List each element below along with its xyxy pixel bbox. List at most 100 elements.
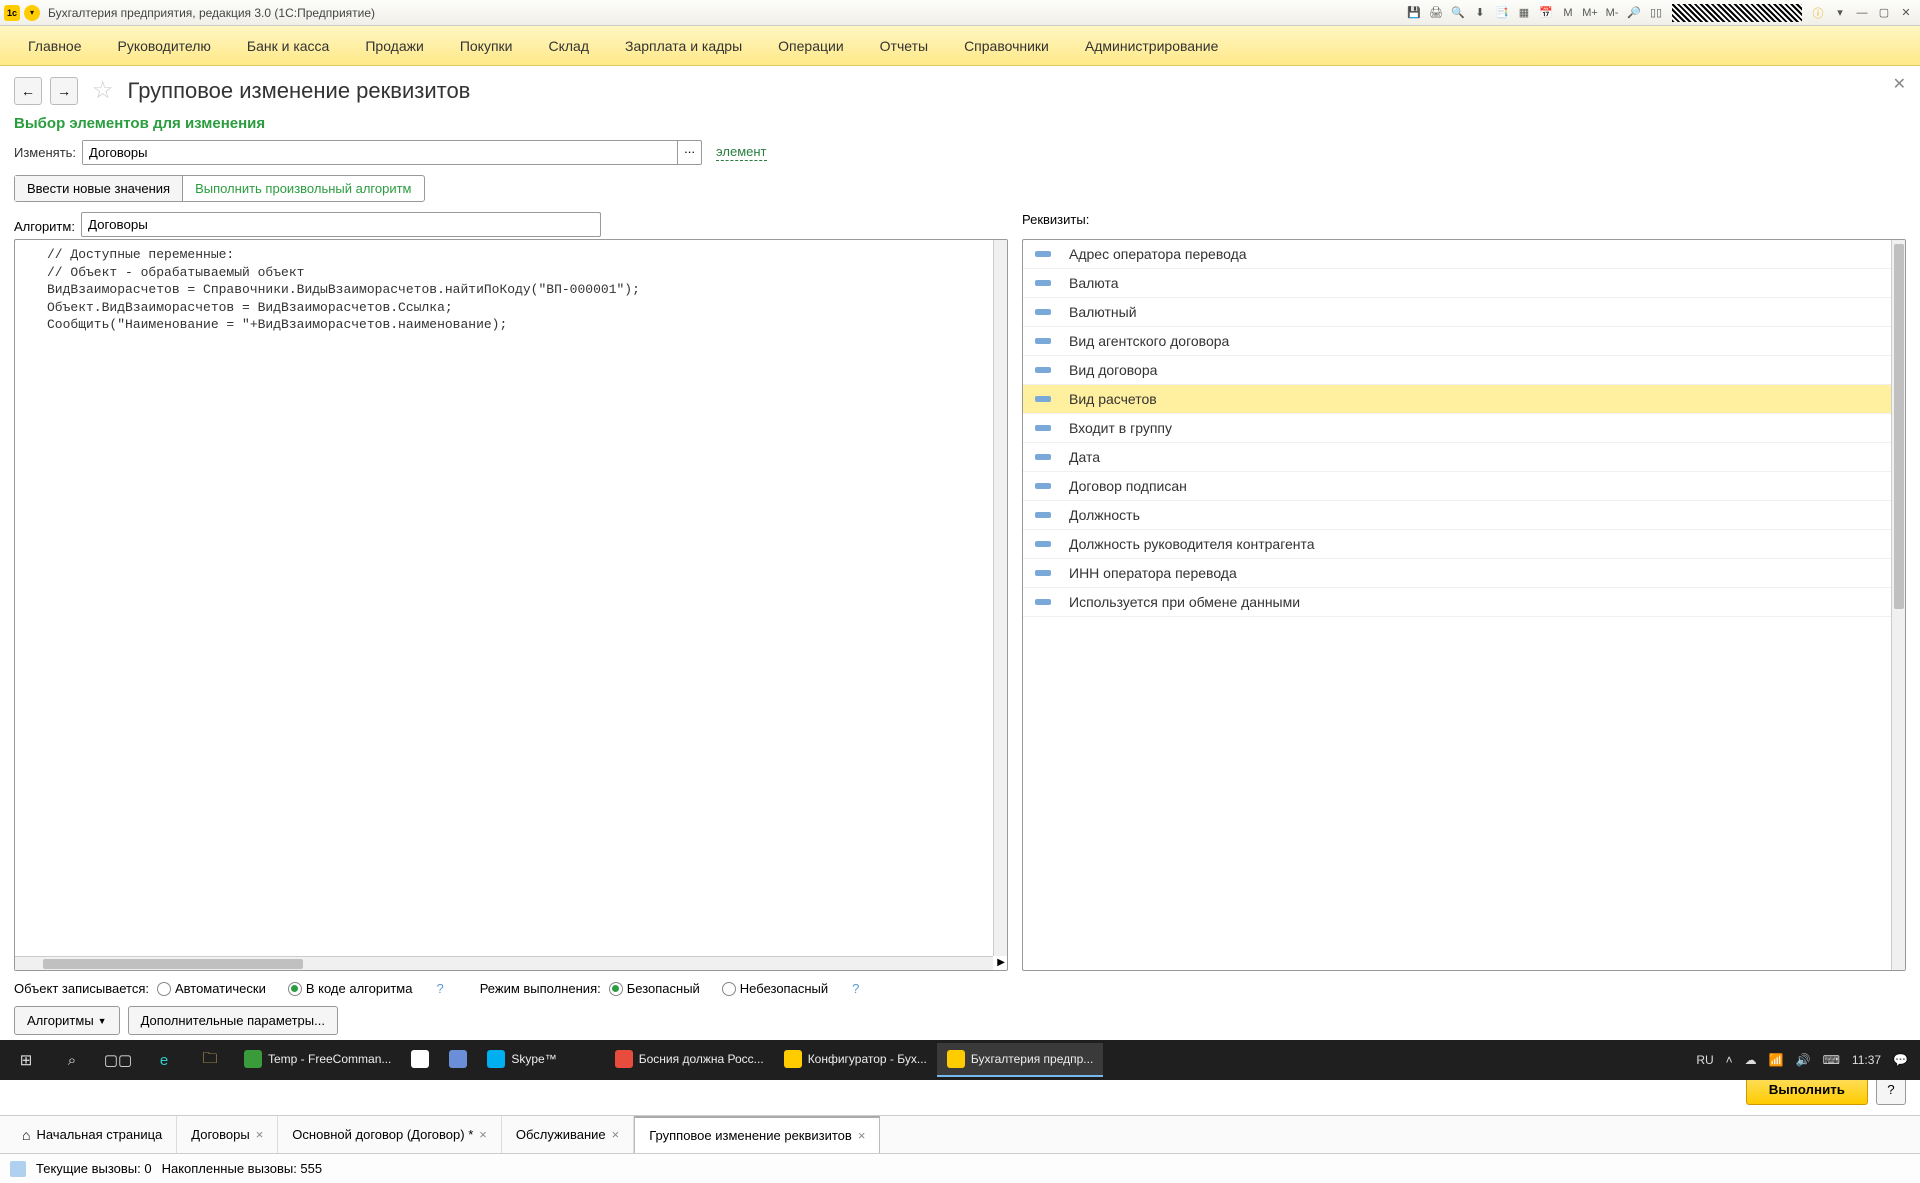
menu-sales[interactable]: Продажи [347, 26, 441, 65]
calendar-icon[interactable]: 📅 [1536, 3, 1556, 23]
taskbar-app[interactable]: Конфигуратор - Бух... [774, 1043, 937, 1077]
favorite-star-icon[interactable]: ☆ [92, 76, 114, 105]
doc-tab[interactable]: Договоры× [177, 1116, 278, 1153]
close-window-icon[interactable]: ✕ [1896, 3, 1916, 23]
help-write-icon[interactable]: ? [436, 981, 443, 996]
memory-mminus-icon[interactable]: M- [1602, 3, 1622, 23]
doc-tab[interactable]: Групповое изменение реквизитов× [634, 1116, 880, 1153]
close-tab-icon[interactable]: × [479, 1127, 487, 1142]
tray-volume-icon[interactable]: 🔊 [1796, 1053, 1811, 1067]
requisite-item[interactable]: Вид агентского договора [1023, 327, 1905, 356]
memory-m-icon[interactable]: M [1558, 3, 1578, 23]
close-tab-icon[interactable]: × [612, 1127, 620, 1142]
requisite-item[interactable]: ИНН оператора перевода [1023, 559, 1905, 588]
tray-time[interactable]: 11:37 [1852, 1053, 1881, 1067]
taskbar-app[interactable]: Бухгалтерия предпр... [937, 1043, 1103, 1077]
nav-back-button[interactable]: ← [14, 77, 42, 105]
change-picker-button[interactable]: ... [677, 141, 701, 164]
requisite-item[interactable]: Вид расчетов [1023, 385, 1905, 414]
taskbar-app[interactable]: Босния должна Росс... [605, 1043, 774, 1077]
menu-operations[interactable]: Операции [760, 26, 862, 65]
doc-tab[interactable]: Обслуживание× [502, 1116, 634, 1153]
close-tab-icon[interactable]: × [256, 1127, 264, 1142]
code-v-scrollbar[interactable] [993, 240, 1007, 956]
algorithm-input[interactable] [81, 212, 601, 237]
nav-forward-button[interactable]: → [50, 77, 78, 105]
radio-unsafe[interactable]: Небезопасный [722, 981, 828, 996]
requisite-item[interactable]: Валютный [1023, 298, 1905, 327]
maximize-icon[interactable]: ▢ [1874, 3, 1894, 23]
requisite-item[interactable]: Адрес оператора перевода [1023, 240, 1905, 269]
explorer-icon[interactable]: 🗀 [188, 1043, 232, 1077]
window-titlebar: 1c ▾ Бухгалтерия предприятия, редакция 3… [0, 0, 1920, 26]
field-icon [1035, 425, 1051, 431]
radio-auto[interactable]: Автоматически [157, 981, 266, 996]
radio-in-code[interactable]: В коде алгоритма [288, 981, 413, 996]
req-scrollbar[interactable] [1891, 240, 1905, 970]
taskbar-app[interactable]: Temp - FreeComman... [234, 1043, 401, 1077]
requisite-item[interactable]: Используется при обмене данными [1023, 588, 1905, 617]
menu-manager[interactable]: Руководителю [100, 26, 229, 65]
task-view-icon[interactable]: ▢▢ [96, 1043, 140, 1077]
search-icon[interactable]: ⌕ [50, 1043, 94, 1077]
info-icon[interactable]: ⓘ [1808, 3, 1828, 23]
help-mode-icon[interactable]: ? [852, 981, 859, 996]
tab-new-values[interactable]: Ввести новые значения [15, 176, 183, 201]
extra-params-button[interactable]: Дополнительные параметры... [128, 1006, 338, 1035]
requisite-item[interactable]: Договор подписан [1023, 472, 1905, 501]
minimize-icon[interactable]: — [1852, 3, 1872, 23]
print-icon[interactable]: 🖨 [1426, 3, 1446, 23]
menu-admin[interactable]: Администрирование [1067, 26, 1237, 65]
close-page-icon[interactable]: ✕ [1893, 74, 1906, 94]
calc-icon[interactable]: ▦ [1514, 3, 1534, 23]
compare-icon[interactable]: 📑 [1492, 3, 1512, 23]
download-icon[interactable]: ⬇ [1470, 3, 1490, 23]
menu-bank[interactable]: Банк и касса [229, 26, 347, 65]
scroll-right-icon[interactable]: ▶ [997, 957, 1005, 968]
taskbar-app[interactable] [567, 1043, 605, 1077]
requisite-item[interactable]: Должность [1023, 501, 1905, 530]
start-button[interactable]: ⊞ [4, 1043, 48, 1077]
tab-algorithm[interactable]: Выполнить произвольный алгоритм [183, 176, 423, 201]
requisite-item[interactable]: Вид договора [1023, 356, 1905, 385]
memory-mplus-icon[interactable]: M+ [1580, 3, 1600, 23]
menu-salary[interactable]: Зарплата и кадры [607, 26, 760, 65]
tray-lang[interactable]: RU [1696, 1053, 1713, 1067]
requisite-item[interactable]: Входит в группу [1023, 414, 1905, 443]
taskbar-app[interactable]: Skype™ [477, 1043, 566, 1077]
tray-notifications-icon[interactable]: 💬 [1893, 1053, 1908, 1067]
preview-icon[interactable]: 🔍 [1448, 3, 1468, 23]
info-dropdown-icon[interactable]: ▾ [1830, 3, 1850, 23]
doc-tab[interactable]: Основной договор (Договор) *× [278, 1116, 502, 1153]
status-accum: Накопленные вызовы: 555 [162, 1161, 323, 1176]
menu-reports[interactable]: Отчеты [862, 26, 946, 65]
menu-warehouse[interactable]: Склад [530, 26, 607, 65]
requisite-item[interactable]: Дата [1023, 443, 1905, 472]
save-icon[interactable]: 💾 [1404, 3, 1424, 23]
tray-chevron-icon[interactable]: ˄ [1726, 1053, 1733, 1067]
menu-purchases[interactable]: Покупки [442, 26, 531, 65]
edge-icon[interactable]: e [142, 1043, 186, 1077]
change-input[interactable] [83, 141, 677, 164]
code-editor[interactable]: // Доступные переменные: // Объект - обр… [14, 239, 1008, 971]
menu-main[interactable]: Главное [10, 26, 100, 65]
tray-keyboard-icon[interactable]: ⌨ [1823, 1053, 1840, 1067]
doc-tab[interactable]: ⌂Начальная страница [8, 1116, 177, 1153]
app-menu-dropdown[interactable]: ▾ [24, 5, 40, 21]
radio-safe[interactable]: Безопасный [609, 981, 700, 996]
zoom-in-icon[interactable]: 🔎 [1624, 3, 1644, 23]
element-link[interactable]: элемент [716, 144, 766, 161]
taskbar-app[interactable] [401, 1043, 439, 1077]
code-h-scrollbar[interactable] [15, 956, 993, 970]
panels-icon[interactable]: ▯▯ [1646, 3, 1666, 23]
tray-wifi-icon[interactable]: 📶 [1769, 1053, 1784, 1067]
tray-cloud-icon[interactable]: ☁ [1745, 1053, 1757, 1067]
code-content[interactable]: // Доступные переменные: // Объект - обр… [15, 240, 1007, 340]
write-mode-label: Объект записывается: [14, 981, 149, 996]
algorithms-dropdown-button[interactable]: Алгоритмы▼ [14, 1006, 120, 1035]
requisite-item[interactable]: Валюта [1023, 269, 1905, 298]
menu-catalogs[interactable]: Справочники [946, 26, 1067, 65]
requisite-item[interactable]: Должность руководителя контрагента [1023, 530, 1905, 559]
taskbar-app[interactable] [439, 1043, 477, 1077]
close-tab-icon[interactable]: × [858, 1128, 866, 1143]
